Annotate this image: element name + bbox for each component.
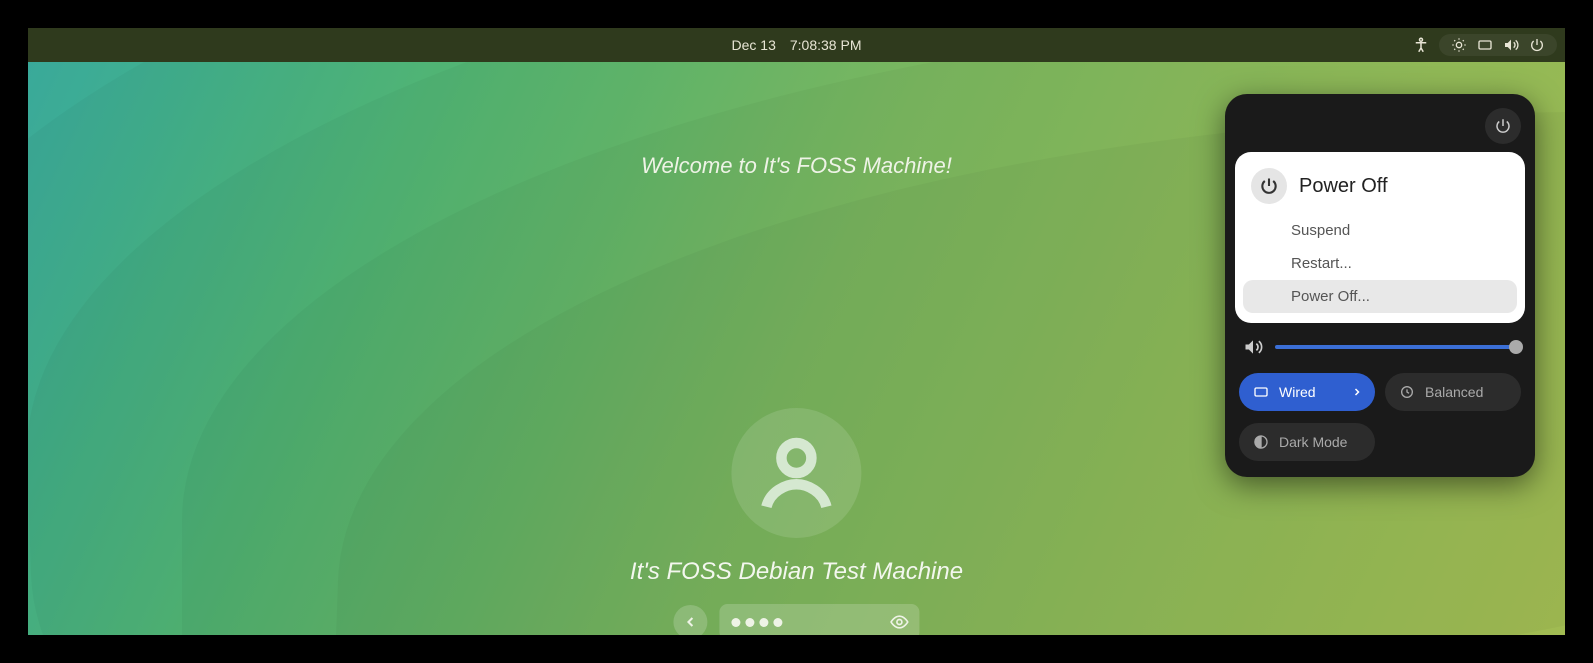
user-avatar[interactable] bbox=[732, 408, 862, 538]
restart-item[interactable]: Restart... bbox=[1243, 247, 1517, 280]
password-input[interactable] bbox=[720, 604, 920, 635]
power-icon bbox=[1251, 168, 1287, 204]
volume-thumb[interactable] bbox=[1509, 340, 1523, 354]
accessibility-icon[interactable] bbox=[1409, 33, 1433, 57]
dark-mode-label: Dark Mode bbox=[1279, 434, 1347, 450]
reveal-password-icon[interactable] bbox=[890, 612, 910, 632]
power-off-item[interactable]: Power Off... bbox=[1243, 280, 1517, 313]
system-menu-popup: Power Off Suspend Restart... Power Off..… bbox=[1225, 94, 1535, 477]
login-panel: It's FOSS Debian Test Machine bbox=[630, 408, 963, 635]
wired-label: Wired bbox=[1279, 384, 1316, 400]
power-icon bbox=[1529, 37, 1545, 53]
chevron-right-icon bbox=[1351, 386, 1363, 398]
username-label: It's FOSS Debian Test Machine bbox=[630, 558, 963, 586]
balanced-toggle[interactable]: Balanced bbox=[1385, 373, 1521, 411]
clock[interactable]: Dec 13 7:08:38 PM bbox=[732, 37, 862, 53]
system-status-area[interactable] bbox=[1439, 34, 1557, 56]
wired-toggle[interactable]: Wired bbox=[1239, 373, 1375, 411]
date-label: Dec 13 bbox=[732, 37, 776, 53]
volume-icon bbox=[1503, 37, 1519, 53]
balanced-label: Balanced bbox=[1425, 384, 1483, 400]
volume-control bbox=[1235, 323, 1525, 367]
brightness-icon bbox=[1451, 37, 1467, 53]
popup-power-button[interactable] bbox=[1485, 108, 1521, 144]
volume-icon[interactable] bbox=[1243, 337, 1263, 357]
back-button[interactable] bbox=[674, 605, 708, 635]
power-off-card: Power Off Suspend Restart... Power Off..… bbox=[1235, 152, 1525, 323]
time-label: 7:08:38 PM bbox=[790, 37, 862, 53]
volume-slider[interactable] bbox=[1275, 345, 1517, 349]
suspend-item[interactable]: Suspend bbox=[1243, 214, 1517, 247]
password-dots bbox=[732, 618, 783, 627]
dark-mode-toggle[interactable]: Dark Mode bbox=[1239, 423, 1375, 461]
power-card-title: Power Off bbox=[1299, 175, 1388, 198]
top-bar: Dec 13 7:08:38 PM bbox=[28, 28, 1565, 62]
network-icon bbox=[1477, 37, 1493, 53]
